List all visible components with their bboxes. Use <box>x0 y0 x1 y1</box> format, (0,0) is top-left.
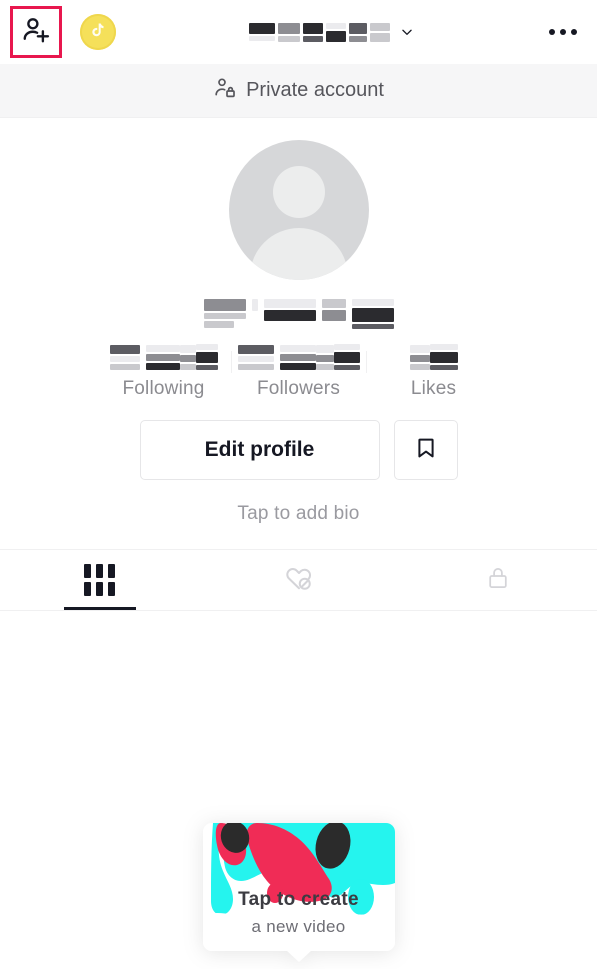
profile-tabs <box>0 549 597 611</box>
more-options-icon <box>549 29 555 35</box>
tooltip-title: Tap to create <box>238 889 359 910</box>
stat-label: Following <box>122 378 205 399</box>
tiktok-coin-button[interactable] <box>80 14 116 50</box>
stat-label: Likes <box>410 378 457 399</box>
create-video-tooltip[interactable]: Tap to create a new video <box>202 823 395 962</box>
avatar[interactable] <box>228 140 369 280</box>
username-display[interactable] <box>116 22 547 42</box>
bio-placeholder[interactable]: Tap to add bio <box>237 503 359 525</box>
profile-stats: Following Followers Likes <box>0 344 597 400</box>
profile-actions: Edit profile <box>139 420 458 480</box>
bookmark-icon <box>414 436 438 465</box>
chevron-down-icon <box>400 25 414 39</box>
tab-active-underline <box>63 607 136 610</box>
tab-liked[interactable] <box>199 550 398 610</box>
tooltip-subtitle: a new video <box>251 917 346 936</box>
add-user-button-highlight[interactable] <box>10 6 62 58</box>
app-header <box>0 0 597 64</box>
tab-private[interactable] <box>398 550 597 610</box>
handle-redacted <box>203 299 246 328</box>
private-account-banner[interactable]: Private account <box>0 64 597 118</box>
grid-icon <box>84 564 115 596</box>
heart-slash-icon <box>284 563 314 598</box>
stat-value-redacted <box>237 344 360 370</box>
profile-section: Following Followers Likes Edit profile T… <box>0 118 597 611</box>
stat-following[interactable]: Following <box>96 344 231 400</box>
tiktok-profile-screen: Private account Following Followers Like… <box>0 0 597 969</box>
stat-label: Followers <box>256 378 341 399</box>
more-options-button[interactable] <box>547 19 579 45</box>
username-redacted <box>249 22 390 42</box>
edit-profile-label: Edit profile <box>204 438 315 461</box>
tooltip-arrow <box>285 950 312 962</box>
stat-value-redacted <box>109 344 218 370</box>
stat-value-redacted <box>409 344 458 370</box>
private-account-label: Private account <box>246 79 384 101</box>
edit-profile-button[interactable]: Edit profile <box>139 420 380 480</box>
stat-likes[interactable]: Likes <box>366 344 501 400</box>
person-lock-icon <box>213 76 237 106</box>
default-avatar-icon <box>272 166 325 218</box>
profile-handle[interactable] <box>203 299 394 329</box>
stat-followers[interactable]: Followers <box>231 344 366 400</box>
video-feed-empty: Tap to create a new video <box>0 611 597 969</box>
tiktok-coin-icon <box>88 20 108 45</box>
lock-icon <box>485 565 511 596</box>
add-user-icon <box>21 15 51 50</box>
bookmark-button[interactable] <box>393 420 458 480</box>
tab-videos[interactable] <box>0 550 199 610</box>
